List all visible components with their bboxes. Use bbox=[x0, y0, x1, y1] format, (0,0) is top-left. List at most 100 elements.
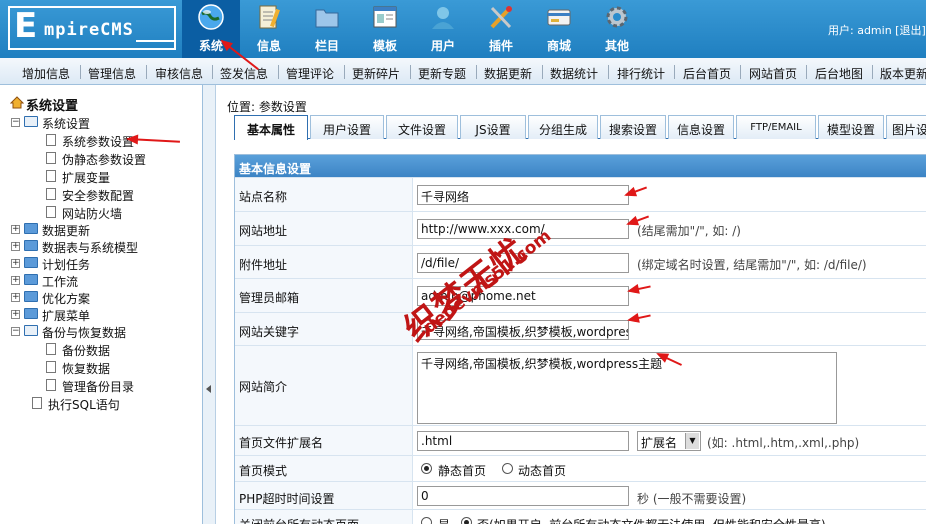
sub-navigation: 增加信息 管理信息 审核信息 签发信息 管理评论 更新碎片 更新专题 数据更新 … bbox=[0, 58, 926, 85]
index-ext-select-value: 扩展名 bbox=[641, 436, 678, 450]
collapse-arrow-icon[interactable] bbox=[206, 385, 211, 393]
globe-icon bbox=[198, 4, 224, 30]
nav-column-label: 栏目 bbox=[314, 39, 339, 53]
row-site-url: 网站地址 http://www.xxx.com/ (结尾需加"/", 如: /) bbox=[235, 211, 926, 245]
subnav-data-stats[interactable]: 数据统计 bbox=[550, 65, 598, 82]
page-icon bbox=[46, 170, 56, 182]
php-timeout-input[interactable]: 0 bbox=[417, 486, 629, 506]
nav-other[interactable]: 其他 bbox=[588, 0, 646, 58]
tree-item-label: 备份数据 bbox=[62, 344, 111, 358]
folder-icon bbox=[315, 9, 339, 28]
site-url-label: 网站地址 bbox=[239, 224, 288, 238]
close-dynamic-no-label: 否(如果开启, 前台所有动态文件都无法使用, 但性能和安全性最高) bbox=[477, 516, 826, 524]
intro-label: 网站简介 bbox=[239, 380, 288, 394]
row-label-cell: 站点名称 bbox=[235, 178, 413, 211]
tree-group-label: 计划任务 bbox=[42, 258, 91, 272]
subnav-data-update[interactable]: 数据更新 bbox=[484, 65, 532, 82]
tree-group-label: 数据更新 bbox=[42, 224, 91, 238]
subnav-separator bbox=[212, 65, 213, 79]
sidebar-splitter[interactable] bbox=[203, 85, 216, 524]
logo-text: mpireCMS bbox=[44, 20, 134, 40]
row-label-cell: 首页文件扩展名 bbox=[235, 426, 413, 455]
folder-icon bbox=[24, 240, 38, 251]
page-icon bbox=[46, 361, 56, 373]
row-site-name: 站点名称 千寻网络 bbox=[235, 177, 926, 211]
row-attach-url: 附件地址 /d/file/ (绑定域名时设置, 结尾需加"/", 如: /d/f… bbox=[235, 245, 926, 278]
index-mode-static-radio[interactable] bbox=[421, 463, 432, 474]
attach-url-label: 附件地址 bbox=[239, 258, 288, 272]
collapse-icon[interactable]: − bbox=[11, 327, 20, 336]
tab-search-settings[interactable]: 搜索设置 bbox=[600, 115, 666, 139]
expand-icon[interactable]: + bbox=[11, 293, 20, 302]
subnav-manage-info[interactable]: 管理信息 bbox=[88, 65, 136, 82]
intro-textarea[interactable]: 千寻网络,帝国模板,织梦模板,wordpress主题 bbox=[417, 352, 837, 424]
site-name-input[interactable]: 千寻网络 bbox=[417, 185, 629, 205]
subnav-add-info[interactable]: 增加信息 bbox=[22, 65, 70, 82]
expand-icon[interactable]: + bbox=[11, 310, 20, 319]
user-bar[interactable]: 用户: admin [退出] bbox=[828, 22, 926, 38]
main-content: 位置: 参数设置 基本属性 用户设置 文件设置 JS设置 分组生成 搜索设置 信… bbox=[217, 85, 926, 524]
tab-group-generate[interactable]: 分组生成 bbox=[528, 115, 598, 139]
php-timeout-label: PHP超时时间设置 bbox=[239, 492, 335, 506]
folder-icon bbox=[24, 308, 38, 319]
tab-info-settings[interactable]: 信息设置 bbox=[668, 115, 734, 139]
subnav-review-info[interactable]: 审核信息 bbox=[155, 65, 203, 82]
nav-user[interactable]: 用户 bbox=[414, 0, 472, 58]
subnav-separator bbox=[146, 65, 147, 79]
settings-tabs: 基本属性 用户设置 文件设置 JS设置 分组生成 搜索设置 信息设置 FTP/E… bbox=[234, 115, 926, 140]
expand-icon[interactable]: + bbox=[11, 276, 20, 285]
row-label-cell: 网站关键字 bbox=[235, 313, 413, 345]
index-mode-dynamic-radio[interactable] bbox=[502, 463, 513, 474]
tab-image-settings[interactable]: 图片设置 bbox=[886, 115, 926, 139]
subnav-manage-comments[interactable]: 管理评论 bbox=[286, 65, 334, 82]
index-mode-dynamic-label: 动态首页 bbox=[518, 464, 567, 478]
nav-info[interactable]: 信息 bbox=[240, 0, 298, 58]
subnav-version-update[interactable]: 版本更新 bbox=[880, 65, 926, 82]
index-ext-select[interactable]: 扩展名 ▼ bbox=[637, 431, 701, 451]
chevron-down-icon[interactable]: ▼ bbox=[685, 433, 699, 449]
tree-item-label: 恢复数据 bbox=[62, 362, 111, 376]
open-folder-icon bbox=[24, 116, 38, 127]
tab-user-settings[interactable]: 用户设置 bbox=[310, 115, 384, 139]
page-icon bbox=[46, 206, 56, 218]
nav-shop[interactable]: 商城 bbox=[530, 0, 588, 58]
index-ext-input[interactable]: .html bbox=[417, 431, 629, 451]
subnav-separator bbox=[410, 65, 411, 79]
nav-plugin[interactable]: 插件 bbox=[472, 0, 530, 58]
collapse-icon[interactable]: − bbox=[11, 118, 20, 127]
index-mode-static-label: 静态首页 bbox=[438, 464, 487, 478]
site-url-input[interactable]: http://www.xxx.com/ bbox=[417, 219, 629, 239]
tab-basic[interactable]: 基本属性 bbox=[234, 115, 308, 140]
expand-icon[interactable]: + bbox=[11, 259, 20, 268]
expand-icon[interactable]: + bbox=[11, 242, 20, 251]
subnav-separator bbox=[806, 65, 807, 79]
index-ext-label: 首页文件扩展名 bbox=[239, 436, 324, 450]
subnav-separator bbox=[80, 65, 81, 79]
subnav-ranking-stats[interactable]: 排行统计 bbox=[617, 65, 665, 82]
top-header: E mpireCMS 系统 信息 栏目 模板 用户 插件 商城 其他 用户: a… bbox=[0, 0, 926, 58]
subnav-site-home[interactable]: 网站首页 bbox=[749, 65, 797, 82]
php-timeout-hint: 秒 (一般不需要设置) bbox=[637, 492, 747, 506]
tab-file-settings[interactable]: 文件设置 bbox=[386, 115, 458, 139]
tree-item-label: 执行SQL语句 bbox=[48, 398, 120, 412]
admin-email-label: 管理员邮箱 bbox=[239, 291, 300, 305]
expand-icon[interactable]: + bbox=[11, 225, 20, 234]
close-dynamic-yes-radio[interactable] bbox=[421, 517, 432, 524]
subnav-sign-info[interactable]: 签发信息 bbox=[220, 65, 268, 82]
nav-template[interactable]: 模板 bbox=[356, 0, 414, 58]
row-label-cell: PHP超时时间设置 bbox=[235, 482, 413, 509]
tab-model-settings[interactable]: 模型设置 bbox=[818, 115, 884, 139]
tab-ftp-email[interactable]: FTP/EMAIL bbox=[736, 115, 816, 139]
template-window-icon bbox=[373, 6, 397, 28]
page-icon bbox=[46, 343, 56, 355]
attach-url-hint: (绑定域名时设置, 结尾需加"/", 如: /d/file/) bbox=[637, 258, 867, 272]
subnav-admin-map[interactable]: 后台地图 bbox=[815, 65, 863, 82]
subnav-update-topics[interactable]: 更新专题 bbox=[418, 65, 466, 82]
subnav-admin-home[interactable]: 后台首页 bbox=[683, 65, 731, 82]
subnav-update-fragments[interactable]: 更新碎片 bbox=[352, 65, 400, 82]
nav-column[interactable]: 栏目 bbox=[298, 0, 356, 58]
nav-template-label: 模板 bbox=[372, 39, 397, 53]
close-dynamic-no-radio[interactable] bbox=[461, 517, 472, 524]
subnav-separator bbox=[608, 65, 609, 79]
tab-js-settings[interactable]: JS设置 bbox=[460, 115, 526, 139]
